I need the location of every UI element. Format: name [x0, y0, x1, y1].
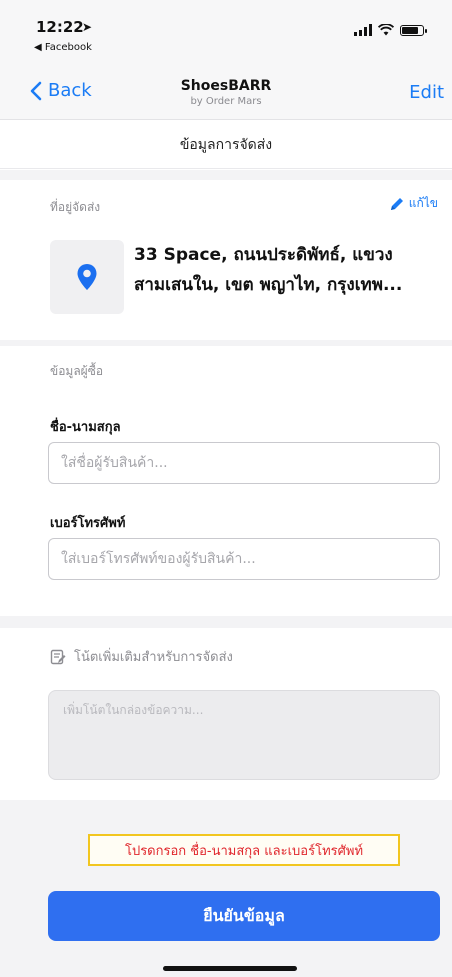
nav-title: ShoesBARR [180, 78, 272, 94]
cellular-signal-icon [354, 24, 372, 36]
status-icons [354, 24, 427, 36]
edit-button[interactable]: Edit [409, 82, 444, 103]
home-indicator[interactable] [163, 966, 297, 971]
validation-warning: โปรดกรอก ชื่อ-นามสกุล และเบอร์โทรศัพท์ [88, 834, 400, 866]
location-thumbnail [50, 240, 124, 314]
back-to-facebook-link[interactable]: ◀ Facebook [34, 42, 92, 53]
map-pin-icon [77, 264, 97, 290]
status-time: 12:22 [36, 18, 84, 36]
buyer-info-section: ข้อมูลผู้ซื้อ ชื่อ-นามสกุล เบอร์โทรศัพท์ [0, 346, 452, 616]
confirm-button[interactable]: ยืนยันข้อมูล [48, 891, 440, 941]
section-divider [0, 616, 452, 628]
shipping-address-label: ที่อยู่จัดส่ง [50, 200, 101, 214]
delivery-notes-header: โน้ตเพิ่มเติมสำหรับการจัดส่ง [50, 646, 233, 667]
wifi-icon [378, 24, 394, 36]
location-arrow-icon: ➤ [82, 20, 93, 34]
name-input[interactable] [48, 442, 440, 484]
pencil-icon [390, 197, 403, 210]
edit-address-button[interactable]: แก้ไข [389, 194, 438, 213]
section-divider [0, 170, 452, 180]
bottom-action-area: โปรดกรอก ชื่อ-นามสกุล และเบอร์โทรศัพท์ ย… [0, 800, 452, 977]
name-field-label: ชื่อ-นามสกุล [50, 420, 121, 435]
navigation-bar: Back ShoesBARR by Order Mars Edit [0, 68, 452, 120]
delivery-notes-textarea[interactable] [48, 690, 440, 780]
delivery-notes-label: โน้ตเพิ่มเติมสำหรับการจัดส่ง [74, 650, 233, 665]
shipping-address-card: ที่อยู่จัดส่ง แก้ไข 33 Space, ถนนประดิพั… [0, 180, 452, 340]
status-bar: 12:22 ➤ ◀ Facebook [0, 0, 452, 68]
phone-field-label: เบอร์โทรศัพท์ [50, 516, 126, 531]
page-title: ข้อมูลการจัดส่ง [0, 121, 452, 169]
battery-icon [400, 25, 427, 36]
shipping-address-text: 33 Space, ถนนประดิพัทธ์, แขวงสามเสนใน, เ… [134, 245, 403, 295]
buyer-info-label: ข้อมูลผู้ซื้อ [50, 364, 104, 378]
edit-address-label: แก้ไข [408, 196, 438, 210]
delivery-notes-section: โน้ตเพิ่มเติมสำหรับการจัดส่ง [0, 628, 452, 792]
nav-subtitle: by Order Mars [190, 96, 262, 107]
phone-screen: 12:22 ➤ ◀ Facebook Back ShoesBARR by Ord… [0, 0, 452, 977]
note-edit-icon [50, 649, 66, 664]
phone-input[interactable] [48, 538, 440, 580]
